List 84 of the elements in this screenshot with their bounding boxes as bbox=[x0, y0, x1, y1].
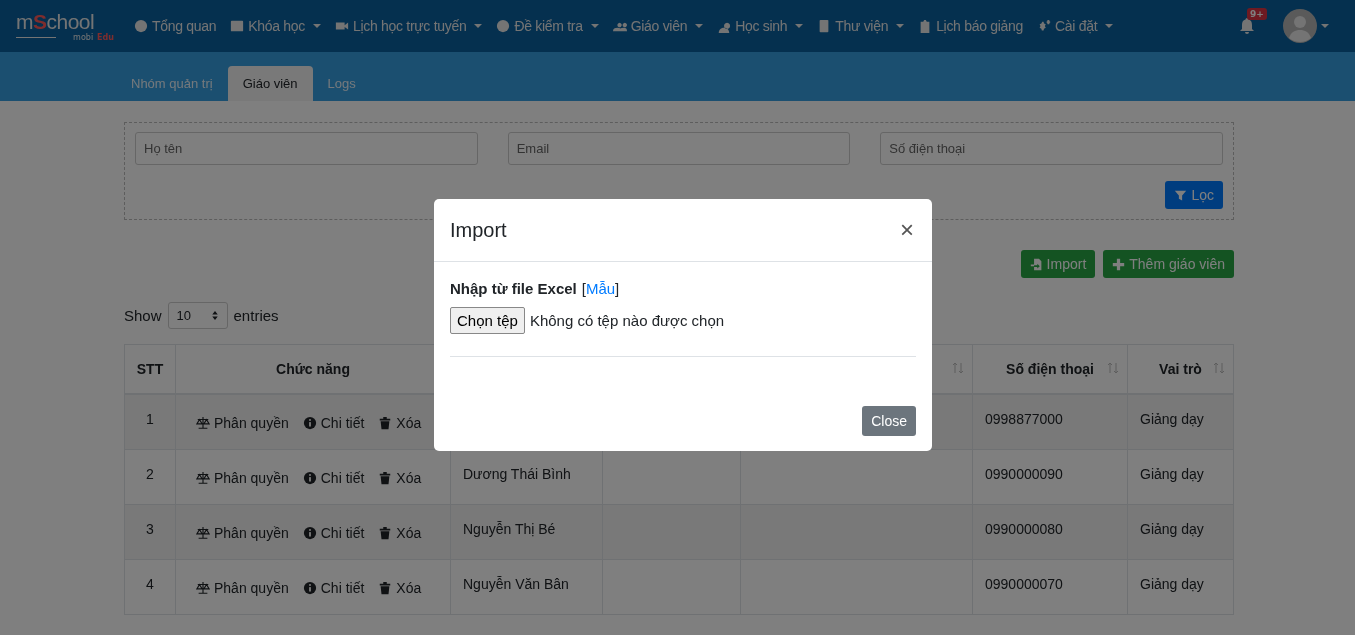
show-label: Show bbox=[124, 307, 162, 324]
close-dialog-button[interactable]: Close bbox=[862, 406, 916, 436]
caret-icon bbox=[1105, 24, 1114, 28]
action-link[interactable]: Chi tiết bbox=[302, 415, 365, 431]
caret-icon bbox=[474, 24, 483, 28]
trash-icon bbox=[378, 470, 393, 485]
caret-icon bbox=[795, 24, 804, 28]
nav-menu-item[interactable]: Tổng quan bbox=[134, 18, 217, 34]
nav-menu-item[interactable]: Lịch học trực tuyến bbox=[335, 18, 483, 34]
info-icon bbox=[302, 416, 317, 430]
nav-menu-item[interactable]: Học sinh bbox=[717, 18, 804, 34]
scale-icon bbox=[196, 416, 210, 430]
file-import-icon bbox=[1029, 257, 1043, 271]
table-cell: 4 bbox=[124, 559, 176, 614]
table-cell: Giảng dạy bbox=[1127, 394, 1234, 449]
caret-icon bbox=[896, 24, 905, 28]
action-link[interactable]: Phân quyền bbox=[196, 524, 289, 541]
filter-button[interactable]: Lọc bbox=[1165, 181, 1223, 209]
action-link[interactable]: Chi tiết bbox=[302, 579, 365, 596]
trash-icon bbox=[378, 580, 393, 595]
action-link[interactable]: Chi tiết bbox=[302, 469, 365, 486]
action-link[interactable]: Phân quyền bbox=[196, 579, 289, 596]
entries-select[interactable]: 10 bbox=[167, 302, 228, 329]
updown-icon bbox=[210, 310, 219, 321]
tab[interactable]: Giáo viên bbox=[227, 66, 313, 101]
action-link[interactable]: Phân quyền bbox=[196, 469, 289, 486]
table-cell: Giảng dạy bbox=[1127, 449, 1234, 504]
nav-menu-item[interactable]: Đề kiểm tra bbox=[496, 18, 599, 34]
notification-badge: 9+ bbox=[1247, 8, 1267, 20]
input-field[interactable]: Số điện thoại bbox=[880, 132, 1223, 165]
entries-label: entries bbox=[233, 307, 279, 324]
table-cell: Nguyễn Thị Bé bbox=[450, 504, 603, 559]
nav-menu-item[interactable]: Thư viện bbox=[817, 18, 905, 34]
caret-icon bbox=[313, 24, 321, 28]
bell-icon[interactable] bbox=[1239, 17, 1255, 35]
sort-icon bbox=[952, 362, 964, 374]
dialog-title: Import bbox=[450, 218, 507, 242]
action-link[interactable]: Xóa bbox=[378, 579, 422, 596]
avatar-icon[interactable] bbox=[1283, 9, 1317, 43]
scale-icon bbox=[196, 470, 210, 485]
info-icon bbox=[302, 580, 317, 595]
table-cell: 0990000080 bbox=[972, 504, 1128, 559]
action-link[interactable]: Chi tiết bbox=[302, 524, 365, 541]
nav-menu-item[interactable]: Khóa học bbox=[230, 18, 321, 34]
table-cell: Giảng dạy bbox=[1127, 504, 1234, 559]
table-cell: 0998877000 bbox=[972, 394, 1128, 449]
close-button[interactable]: × bbox=[898, 216, 916, 244]
file-status: Không có tệp nào được chọn bbox=[529, 312, 725, 329]
action-link[interactable]: Xóa bbox=[378, 524, 422, 541]
gears-icon bbox=[1037, 19, 1051, 33]
nav-menu-item[interactable]: Giáo viên bbox=[612, 18, 704, 34]
trash-icon bbox=[378, 525, 393, 540]
trash-icon bbox=[378, 416, 393, 430]
plus-icon bbox=[1112, 257, 1126, 271]
add-teacher-button[interactable]: Thêm giáo viên bbox=[1103, 250, 1234, 278]
table-cell: Giảng dạy bbox=[1127, 559, 1234, 614]
table-cell: 2 bbox=[124, 449, 176, 504]
import-label: Nhập từ file Excel bbox=[450, 280, 577, 297]
import-button[interactable]: Import bbox=[1020, 250, 1096, 278]
scale-icon bbox=[196, 580, 210, 595]
caret-icon bbox=[1321, 24, 1329, 28]
action-link[interactable]: Xóa bbox=[378, 415, 422, 431]
action-link[interactable]: Phân quyền bbox=[196, 415, 289, 431]
logo[interactable]: mSchool mobi Edu bbox=[16, 10, 134, 42]
nav-menu-item[interactable]: Cài đặt bbox=[1037, 18, 1114, 34]
caret-icon bbox=[695, 24, 704, 28]
sort-icon bbox=[1107, 362, 1119, 374]
table-cell: Nguyễn Văn Bân bbox=[450, 559, 603, 614]
table-cell: 0990000070 bbox=[972, 559, 1128, 614]
table-cell: 0990000090 bbox=[972, 449, 1128, 504]
caret-icon bbox=[590, 24, 599, 28]
table-cell: 1 bbox=[124, 394, 176, 449]
funnel-icon bbox=[1174, 188, 1188, 202]
scale-icon bbox=[196, 525, 210, 540]
info-icon bbox=[302, 525, 317, 540]
nav-menu-item[interactable]: Lịch báo giảng bbox=[918, 18, 1023, 34]
template-link[interactable]: [Mẫu] bbox=[581, 280, 620, 297]
choose-file-button[interactable]: Chọn tệp bbox=[450, 307, 525, 334]
action-link[interactable]: Xóa bbox=[378, 469, 422, 486]
sort-icon bbox=[1213, 362, 1225, 374]
input-field[interactable]: Email bbox=[507, 132, 851, 165]
table-cell: 3 bbox=[124, 504, 176, 559]
input-field[interactable]: Họ tên bbox=[135, 132, 478, 165]
info-icon bbox=[302, 470, 317, 485]
